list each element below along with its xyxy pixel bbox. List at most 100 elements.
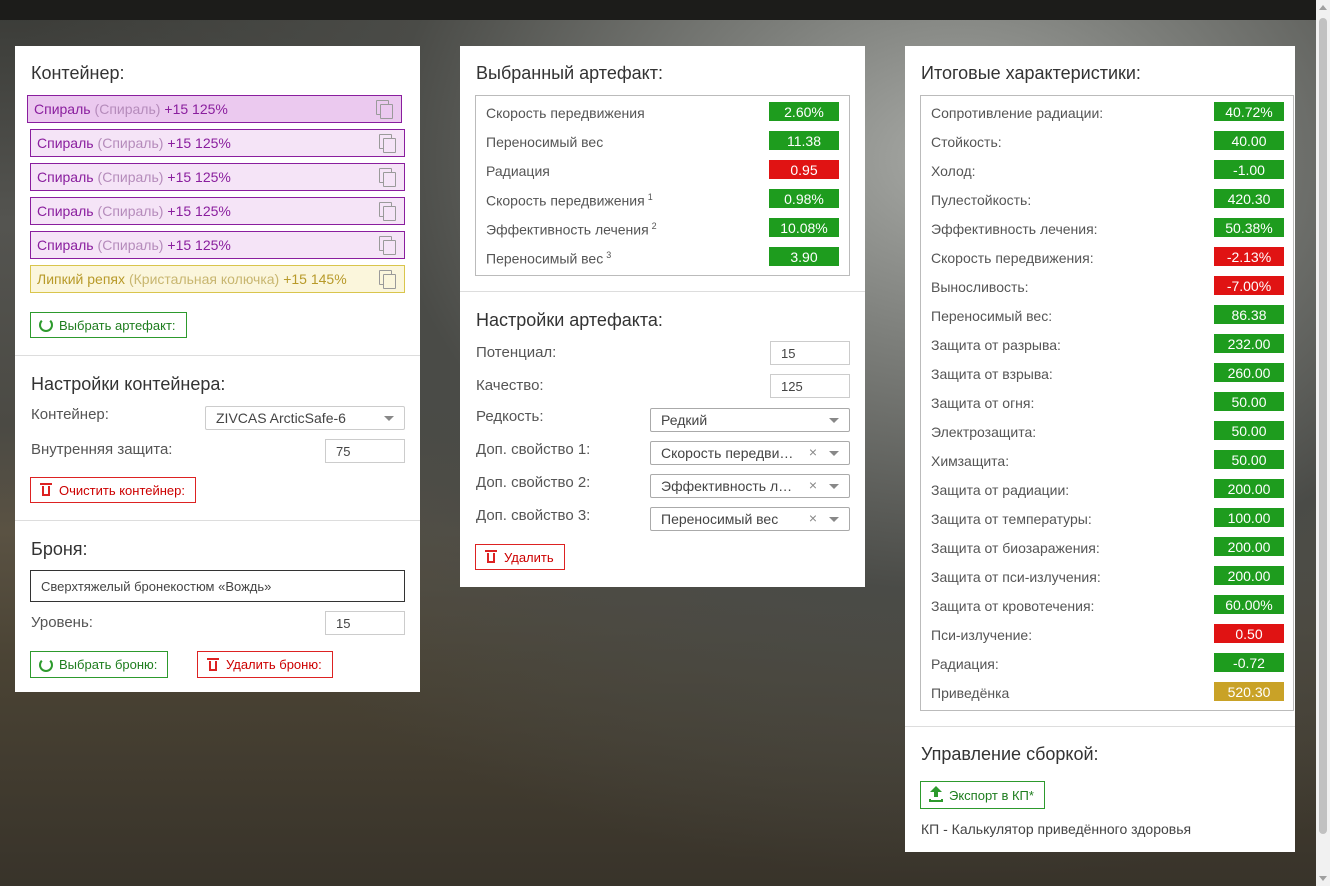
- copy-icon[interactable]: [379, 202, 396, 221]
- stat-name: Приведёнка: [931, 685, 1010, 701]
- scrollbar-thumb[interactable]: [1319, 18, 1327, 834]
- stat-name: Переносимый вес:: [931, 308, 1053, 324]
- artifact-settings-title: Настройки артефакта:: [476, 310, 663, 330]
- stat-name: Радиация:: [931, 656, 999, 672]
- stat-value: 10.08%: [769, 218, 839, 237]
- slot-name: Спираль: [37, 237, 94, 253]
- slot-alt-name: (Спираль): [97, 237, 164, 253]
- stat-name: Защита от разрыва:: [931, 337, 1061, 353]
- choose-artifact-button[interactable]: Выбрать артефакт:: [30, 312, 187, 338]
- stat-value: 200.00: [1214, 537, 1284, 556]
- artifact-slot[interactable]: Липкий репях (Кристальная колючка) +15 145…: [30, 265, 405, 293]
- artifact-slot[interactable]: Спираль (Спираль) +15 125%: [30, 197, 405, 225]
- stat-value: -0.72: [1214, 653, 1284, 672]
- stat-name: Переносимый вес 3: [486, 250, 612, 267]
- extra1-select-value: Скорость передвижения: [661, 445, 799, 461]
- copy-icon[interactable]: [376, 100, 393, 119]
- stat-name: Защита от огня:: [931, 395, 1035, 411]
- stat-value: 200.00: [1214, 479, 1284, 498]
- extra1-select[interactable]: Скорость передвижения ×: [650, 441, 850, 465]
- container-select[interactable]: ZIVCAS ArcticSafe-6: [205, 406, 405, 430]
- copy-icon[interactable]: [379, 168, 396, 187]
- stat-name: Стойкость:: [931, 134, 1002, 150]
- copy-icon[interactable]: [379, 270, 396, 289]
- slot-stats: +15 125%: [167, 135, 231, 151]
- artifact-slot[interactable]: Спираль (Спираль) +15 125%: [30, 231, 405, 259]
- extra2-select[interactable]: Эффективность лечения ×: [650, 474, 850, 498]
- slot-name: Спираль: [37, 135, 94, 151]
- potential-label: Потенциал:: [476, 344, 557, 361]
- rarity-select-value: Редкий: [661, 412, 708, 428]
- selected-artifact-section: Выбранный артефакт: Скорость передвижени…: [460, 46, 865, 292]
- stat-footnote: 2: [651, 221, 657, 231]
- slot-stats: +15 125%: [164, 101, 228, 117]
- clear-container-label: Очистить контейнер:: [59, 482, 185, 498]
- stat-row: Выносливость: -7.00%: [921, 273, 1293, 302]
- stat-value: 11.38: [769, 131, 839, 150]
- clear-icon[interactable]: ×: [809, 444, 817, 460]
- stat-value: 260.00: [1214, 363, 1284, 382]
- delete-artifact-button[interactable]: Удалить: [475, 544, 565, 570]
- copy-icon[interactable]: [379, 236, 396, 255]
- delete-armor-label: Удалить броню:: [226, 657, 322, 672]
- upload-icon: [929, 786, 943, 802]
- artifact-slot[interactable]: Спираль (Спираль) +15 125%: [27, 95, 402, 123]
- copy-icon[interactable]: [379, 134, 396, 153]
- stat-row: Электрозащита: 50.00: [921, 418, 1293, 447]
- stat-name: Пси-излучение:: [931, 627, 1033, 643]
- stat-row: Скорость передвижения: -2.13%: [921, 244, 1293, 273]
- stat-value: 0.95: [769, 160, 839, 179]
- stat-row: Радиация: -0.72: [921, 650, 1293, 679]
- extra3-select[interactable]: Переносимый вес ×: [650, 507, 850, 531]
- stat-value: 86.38: [1214, 305, 1284, 324]
- artifact-settings-section: Настройки артефакта: Потенциал: 15 Качес…: [460, 292, 865, 587]
- armor-name-field[interactable]: Сверхтяжелый бронекостюм «Вождь»: [30, 570, 405, 602]
- quality-input[interactable]: 125: [770, 374, 850, 398]
- quality-label: Качество:: [476, 377, 544, 394]
- extra1-label: Доп. свойство 1:: [476, 441, 591, 458]
- container-select-value: ZIVCAS ArcticSafe-6: [216, 410, 346, 426]
- choose-armor-button[interactable]: Выбрать броню:: [30, 651, 169, 678]
- stat-value: 3.90: [769, 247, 839, 266]
- refresh-icon: [39, 318, 53, 332]
- refresh-icon: [39, 657, 53, 672]
- build-note: КП - Калькулятор приведённого здоровья: [921, 821, 1192, 837]
- rarity-select[interactable]: Редкий: [650, 408, 850, 432]
- stat-row: Холод: -1.00: [921, 157, 1293, 186]
- container-label: Контейнер:: [31, 406, 109, 423]
- clear-icon[interactable]: ×: [809, 477, 817, 493]
- scroll-down-icon[interactable]: [1319, 876, 1327, 881]
- level-input[interactable]: 15: [325, 611, 405, 635]
- protection-input[interactable]: 75: [325, 439, 405, 463]
- artifact-slot[interactable]: Спираль (Спираль) +15 125%: [30, 129, 405, 157]
- slot-name: Спираль: [37, 169, 94, 185]
- stat-value: 100.00: [1214, 508, 1284, 527]
- stat-name: Сопротивление радиации:: [931, 105, 1104, 121]
- delete-armor-button[interactable]: Удалить броню:: [197, 651, 333, 678]
- scroll-up-icon[interactable]: [1319, 5, 1327, 10]
- slot-alt-name: (Спираль): [94, 101, 161, 117]
- choose-artifact-label: Выбрать артефакт:: [59, 317, 176, 333]
- stat-row: Химзащита: 50.00: [921, 447, 1293, 476]
- export-button[interactable]: Экспорт в КП*: [920, 781, 1045, 809]
- clear-icon[interactable]: ×: [809, 510, 817, 526]
- stat-name: Радиация: [486, 163, 550, 179]
- container-settings-section: Настройки контейнера: Контейнер: ZIVCAS …: [15, 356, 420, 521]
- clear-container-button[interactable]: Очистить контейнер:: [30, 477, 196, 503]
- chevron-down-icon: [829, 451, 839, 456]
- armor-section: Броня: Сверхтяжелый бронекостюм «Вождь» …: [15, 521, 420, 693]
- stat-name: Скорость передвижения: [486, 105, 645, 121]
- stat-value: 60.00%: [1214, 595, 1284, 614]
- page-scrollbar[interactable]: [1316, 0, 1330, 886]
- artifact-slot[interactable]: Спираль (Спираль) +15 125%: [30, 163, 405, 191]
- stat-value: 520.30: [1214, 682, 1284, 701]
- armor-title: Броня:: [31, 539, 88, 559]
- stat-row: Пси-излучение: 0.50: [921, 621, 1293, 650]
- potential-input[interactable]: 15: [770, 341, 850, 365]
- stat-row: Защита от взрыва: 260.00: [921, 360, 1293, 389]
- delete-artifact-label: Удалить: [504, 549, 554, 565]
- stat-name: Скорость передвижения 1: [486, 192, 653, 209]
- totals-title: Итоговые характеристики:: [921, 63, 1141, 83]
- slot-name: Липкий репях: [37, 271, 125, 287]
- stat-footnote: 1: [647, 192, 653, 202]
